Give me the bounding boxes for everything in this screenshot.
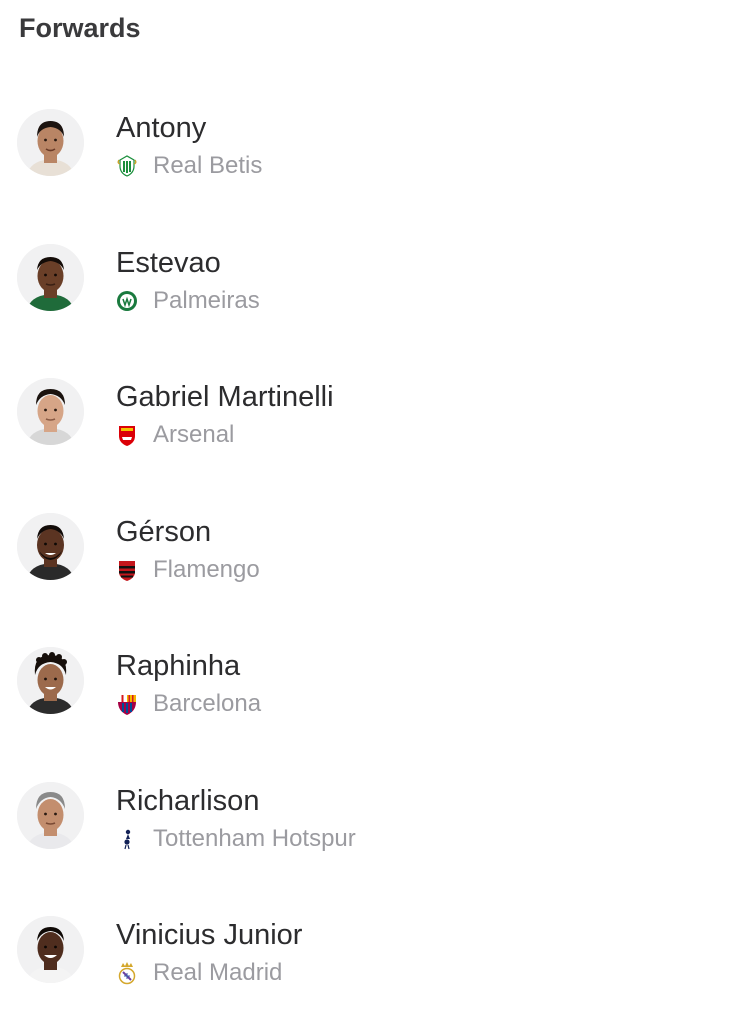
club-name: Arsenal <box>153 421 235 448</box>
barcelona-crest-icon <box>118 695 136 715</box>
player-club: Real Madrid <box>116 959 282 987</box>
player-name: Gérson <box>116 515 212 548</box>
real-betis-crest-icon <box>117 155 137 177</box>
player-row-gerson[interactable]: Gérson Flamengo <box>0 480 742 615</box>
player-photo-avatar <box>17 243 84 311</box>
player-name: Raphinha <box>116 650 241 682</box>
player-row-estevao[interactable]: Estevao Palmeiras <box>0 211 742 346</box>
player-name: Vinicius Junior <box>116 919 303 951</box>
player-club: Barcelona <box>116 690 261 718</box>
club-name: Barcelona <box>153 690 262 717</box>
club-name: Flamengo <box>153 555 260 583</box>
player-name: Estevao <box>116 246 221 279</box>
tottenham-crest-icon <box>124 829 131 849</box>
player-list: Antony Real Betis Estevao Palmeiras Gabr… <box>0 76 742 1018</box>
player-club: Arsenal <box>116 421 234 449</box>
player-photo-avatar <box>17 916 84 983</box>
player-row-vinicius-junior[interactable]: Vinicius Junior Real Madrid <box>0 883 742 1018</box>
player-row-antony[interactable]: Antony Real Betis <box>0 76 742 211</box>
player-name: Gabriel Martinelli <box>116 381 334 413</box>
club-name: Real Betis <box>153 152 263 179</box>
player-name: Antony <box>116 112 207 144</box>
player-photo-avatar <box>17 109 84 176</box>
player-club: Tottenham Hotspur <box>116 825 356 853</box>
section-title: Forwards <box>19 13 141 43</box>
flamengo-crest-icon <box>119 560 135 581</box>
player-row-raphinha[interactable]: Raphinha Barcelona <box>0 614 742 749</box>
real-madrid-crest-icon <box>118 962 136 985</box>
player-club: Flamengo <box>116 556 260 584</box>
player-name: Richarlison <box>116 784 260 817</box>
club-name: Palmeiras <box>153 286 260 314</box>
player-club: Real Betis <box>116 152 262 180</box>
player-row-gabriel-martinelli[interactable]: Gabriel Martinelli Arsenal <box>0 345 742 480</box>
club-name: Tottenham Hotspur <box>153 824 356 852</box>
player-club: Palmeiras <box>116 287 260 315</box>
player-photo-avatar <box>17 781 84 849</box>
player-photo-avatar <box>17 647 84 714</box>
player-row-richarlison[interactable]: Richarlison Tottenham Hotspur <box>0 749 742 884</box>
player-photo-avatar <box>17 512 84 580</box>
club-name: Real Madrid <box>153 959 283 986</box>
arsenal-crest-icon <box>119 426 135 446</box>
palmeiras-crest-icon <box>117 290 137 311</box>
player-photo-avatar <box>17 378 84 445</box>
